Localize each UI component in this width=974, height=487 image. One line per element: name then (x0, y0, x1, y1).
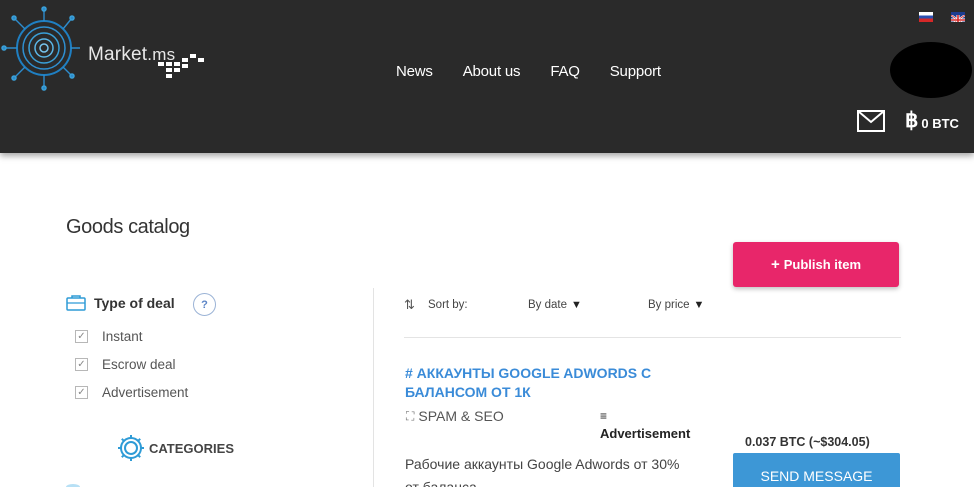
send-message-button[interactable]: SEND MESSAGE (733, 453, 900, 487)
deal-type-filter-header: Type of deal (66, 295, 175, 311)
nav-support[interactable]: Support (610, 63, 661, 80)
page-root: Market.ms News About us FAQ Support ฿ 0 … (0, 0, 974, 487)
logo-text: Market (88, 44, 148, 65)
filter-instant[interactable]: ✓ Instant (75, 329, 143, 344)
categories-label: CATEGORIES (149, 440, 234, 456)
caret-down-icon: ▼ (693, 299, 705, 311)
listing-deal-type: ≡ Advertisement (600, 408, 692, 442)
checkbox-escrow[interactable]: ✓ (75, 358, 88, 371)
page-title: Goods catalog (66, 216, 190, 238)
sort-by-date[interactable]: By date ▼ (528, 299, 582, 311)
sidebar-divider (373, 288, 374, 487)
sort-by-price-label: By price (648, 299, 690, 311)
logo-wordmark: Market.ms (88, 44, 175, 66)
filter-advertisement[interactable]: ✓ Advertisement (75, 385, 188, 400)
deal-type-label: Type of deal (94, 295, 175, 311)
plus-icon: + (770, 256, 780, 273)
filter-escrow[interactable]: ✓ Escrow deal (75, 357, 176, 372)
briefcase-icon (66, 295, 86, 311)
site-header: Market.ms News About us FAQ Support ฿ 0 … (0, 0, 974, 153)
checkbox-advertisement[interactable]: ✓ (75, 386, 88, 399)
listing-description: Рабочие аккаунты Google Adwords от 30% о… (405, 456, 680, 487)
publish-item-label: Publish item (783, 257, 862, 272)
btc-balance[interactable]: ฿ 0 BTC (905, 110, 959, 132)
filter-advertisement-label: Advertisement (102, 385, 189, 400)
filter-escrow-label: Escrow deal (102, 357, 176, 372)
publish-item-button[interactable]: + Publish item (733, 242, 899, 287)
user-avatar[interactable] (890, 42, 972, 98)
logo-suffix: .ms (147, 45, 176, 64)
checkbox-instant[interactable]: ✓ (75, 330, 88, 343)
bitcoin-icon: ฿ (905, 109, 919, 132)
sort-divider (404, 337, 901, 338)
balance-amount: 0 BTC (921, 115, 959, 131)
sort-bar: ⇅ Sort by: By date ▼ By price ▼ (404, 297, 904, 317)
sort-by-date-label: By date (528, 299, 567, 311)
sort-by-price[interactable]: By price ▼ (648, 299, 704, 311)
mail-icon[interactable] (857, 110, 885, 132)
main-nav: News About us FAQ Support (396, 63, 691, 80)
listing-deal-type-label: Advertisement (600, 426, 691, 441)
listing-price: 0.037 BTC (~$304.05) (745, 435, 870, 449)
list-icon: ≡ (600, 409, 608, 423)
filter-instant-label: Instant (102, 329, 143, 344)
listing-category[interactable]: ⛶ SPAM & SEO (406, 408, 504, 424)
site-logo[interactable]: Market.ms (0, 6, 210, 96)
nav-faq[interactable]: FAQ (550, 63, 580, 80)
listing-title[interactable]: # АККАУНТЫ GOOGLE ADWORDS С БАЛАНСОМ ОТ … (405, 364, 695, 402)
sort-icon: ⇅ (404, 297, 415, 312)
russian-flag-icon[interactable] (919, 12, 933, 22)
nav-news[interactable]: News (396, 63, 433, 80)
caret-down-icon: ▼ (571, 299, 582, 311)
categories-header[interactable]: CATEGORIES (116, 433, 234, 463)
uk-flag-icon[interactable] (951, 12, 965, 22)
help-icon[interactable]: ? (193, 293, 216, 316)
listing-category-label: SPAM & SEO (418, 408, 504, 424)
gear-icon (118, 435, 144, 461)
sitemap-icon: ⛶ (406, 408, 415, 423)
sort-label: Sort by: (428, 299, 468, 311)
nav-about-us[interactable]: About us (463, 63, 521, 80)
